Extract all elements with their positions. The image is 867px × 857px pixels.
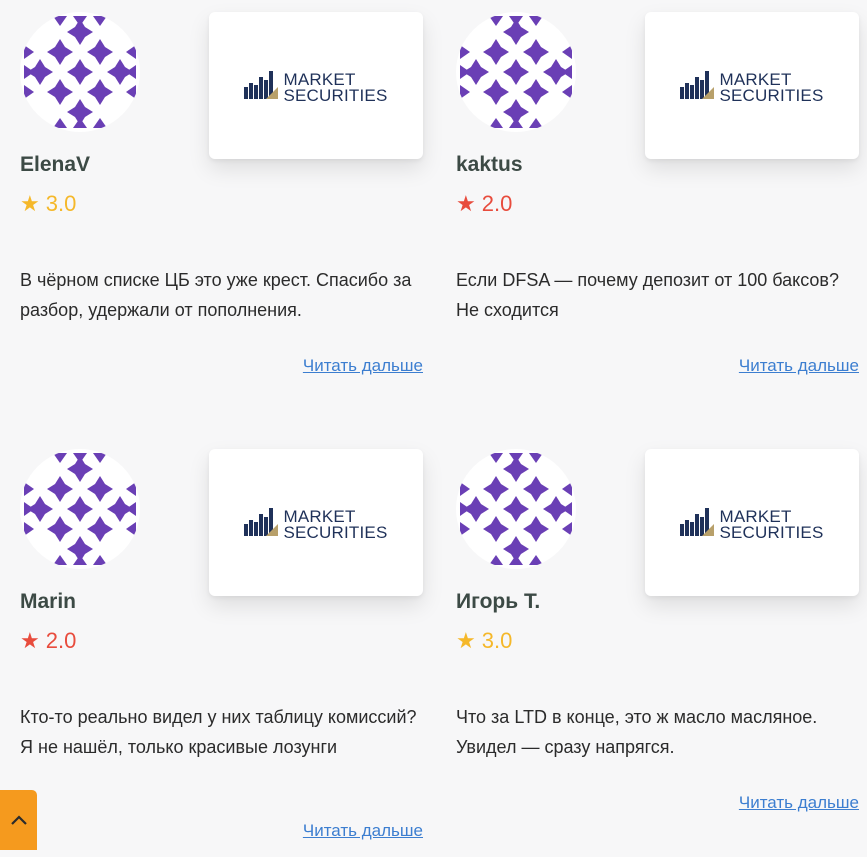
logo-line-2: SECURITIES <box>283 86 388 105</box>
review-card: MARKET SECURITIES ElenaV ★ 3.0 В чёрном … <box>20 0 430 420</box>
user-name: Игорь Т. <box>456 590 541 613</box>
broker-logo[interactable]: MARKET SECURITIES <box>209 12 423 159</box>
broker-logo[interactable]: MARKET SECURITIES <box>645 12 859 159</box>
market-securities-logo-icon <box>244 67 280 104</box>
logo-line-2: SECURITIES <box>719 523 824 542</box>
market-securities-logo-icon <box>680 67 716 104</box>
user-name: Marin <box>20 590 77 613</box>
avatar <box>456 449 576 569</box>
scroll-to-top-button[interactable] <box>0 790 37 850</box>
star-icon: ★ <box>20 628 40 653</box>
rating-value: 2.0 <box>45 628 77 653</box>
review-text: Кто-то реально видел у них таблицу комис… <box>20 707 417 757</box>
star-icon: ★ <box>456 191 476 216</box>
review-text: Что за LTD в конце, это ж масло масляное… <box>456 707 818 757</box>
read-more-link[interactable]: Читать дальше <box>739 356 859 376</box>
market-securities-logo-icon <box>244 504 280 541</box>
read-more-link[interactable]: Читать дальше <box>303 821 423 841</box>
broker-logo[interactable]: MARKET SECURITIES <box>645 449 859 596</box>
rating: ★ 2.0 <box>456 192 512 216</box>
rating-value: 3.0 <box>45 191 77 216</box>
review-text: В чёрном списке ЦБ это уже крест. Спасиб… <box>20 270 412 320</box>
avatar <box>20 449 140 569</box>
star-icon: ★ <box>20 191 40 216</box>
review-card: MARKET SECURITIES Игорь Т. ★ 3.0 Что за … <box>456 437 866 857</box>
logo-line-2: SECURITIES <box>283 523 388 542</box>
rating: ★ 2.0 <box>20 629 76 653</box>
star-icon: ★ <box>456 628 476 653</box>
logo-line-2: SECURITIES <box>719 86 824 105</box>
user-name: kaktus <box>456 153 523 176</box>
user-name: ElenaV <box>20 153 91 176</box>
broker-logo[interactable]: MARKET SECURITIES <box>209 449 423 596</box>
avatar <box>20 12 140 132</box>
market-securities-logo-icon <box>680 504 716 541</box>
review-text: Если DFSA — почему депозит от 100 баксов… <box>456 270 839 320</box>
rating: ★ 3.0 <box>20 192 76 216</box>
avatar <box>456 12 576 132</box>
read-more-link[interactable]: Читать дальше <box>303 356 423 376</box>
rating: ★ 3.0 <box>456 629 512 653</box>
rating-value: 3.0 <box>481 628 513 653</box>
review-card: MARKET SECURITIES Marin ★ 2.0 Кто-то реа… <box>20 437 430 857</box>
read-more-link[interactable]: Читать дальше <box>739 793 859 813</box>
review-card: MARKET SECURITIES kaktus ★ 2.0 Если DFSA… <box>456 0 866 420</box>
chevron-up-icon <box>10 815 27 825</box>
rating-value: 2.0 <box>481 191 513 216</box>
